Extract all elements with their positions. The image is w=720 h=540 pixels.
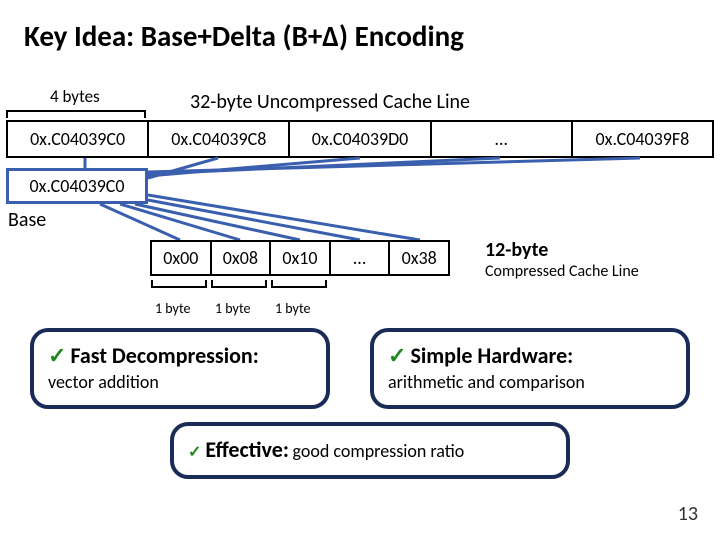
- box-heading: Fast Decompression:: [70, 342, 258, 369]
- label-1-byte: 1 byte: [215, 300, 250, 317]
- bracket-1-byte: [271, 280, 327, 288]
- base-label: Base: [8, 208, 46, 232]
- box-fast-decompression: ✓Fast Decompression: vector addition: [30, 328, 330, 409]
- delta-cell: 0x00: [152, 242, 212, 274]
- diagram-stage: 4 bytes 32-byte Uncompressed Cache Line …: [0, 0, 720, 540]
- box-effective: ✓Effective: good compression ratio: [170, 422, 570, 479]
- box-subtext: vector addition: [48, 371, 312, 393]
- delta-cell: 0x10: [271, 242, 331, 274]
- bracket-1-byte: [211, 280, 267, 288]
- uncompressed-row: 0x.C04039C0 0x.C04039C8 0x.C04039D0 … 0x…: [6, 120, 714, 158]
- uncompressed-cell: …: [432, 122, 573, 156]
- uncompressed-cell: 0x.C04039C8: [149, 122, 290, 156]
- base-value-box: 0x.C04039C0: [6, 168, 148, 204]
- delta-cell: 0x08: [212, 242, 272, 274]
- box-simple-hardware: ✓Simple Hardware: arithmetic and compari…: [370, 328, 690, 409]
- page-number: 13: [678, 502, 698, 526]
- box-subtext: arithmetic and comparison: [388, 371, 672, 393]
- bracket-4-bytes: [6, 110, 146, 118]
- box-heading: Simple Hardware:: [410, 342, 573, 369]
- uncompressed-cell: 0x.C04039C0: [8, 122, 149, 156]
- box-subtext: good compression ratio: [293, 440, 465, 462]
- label-1-byte: 1 byte: [275, 300, 310, 317]
- label-1-byte: 1 byte: [155, 300, 190, 317]
- check-icon: ✓: [48, 342, 66, 369]
- delta-cell: …: [331, 242, 391, 274]
- uncompressed-cell: 0x.C04039F8: [573, 122, 712, 156]
- check-icon: ✓: [188, 443, 201, 462]
- bracket-1-byte: [151, 280, 207, 288]
- label-compressed-line: Compressed Cache Line: [485, 262, 639, 281]
- label-uncompressed-line: 32-byte Uncompressed Cache Line: [190, 90, 470, 114]
- check-icon: ✓: [388, 342, 406, 369]
- label-4-bytes: 4 bytes: [50, 86, 100, 107]
- delta-row: 0x00 0x08 0x10 … 0x38: [150, 240, 450, 276]
- uncompressed-cell: 0x.C04039D0: [290, 122, 431, 156]
- delta-cell: 0x38: [390, 242, 448, 274]
- label-12-byte: 12-byte: [485, 238, 548, 262]
- box-heading: Effective:: [205, 436, 288, 463]
